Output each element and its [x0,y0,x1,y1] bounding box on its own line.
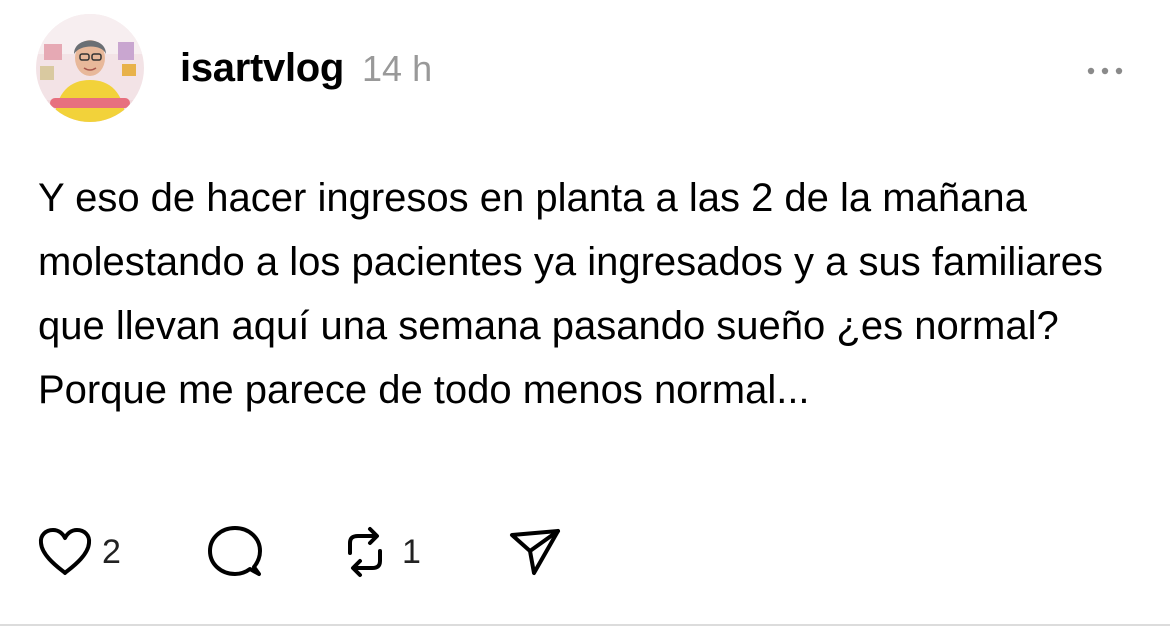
action-bar: 2 1 [36,522,636,582]
reply-button[interactable] [206,522,264,582]
thread-post: isartvlog 14 h Y eso de hacer ingresos e… [0,0,1170,633]
like-count: 2 [102,532,121,571]
avatar-image [36,14,144,122]
repost-icon [348,527,382,577]
heart-icon [38,528,92,575]
send-icon [510,529,560,575]
post-header: isartvlog 14 h [180,46,432,98]
timestamp: 14 h [362,48,433,89]
repost-button[interactable]: 1 [336,522,421,582]
more-options-button[interactable] [1080,58,1130,84]
post-divider [0,624,1170,626]
repost-count: 1 [402,532,421,571]
share-button[interactable] [506,522,564,582]
comment-icon [208,526,262,576]
ellipsis-icon [1087,67,1123,75]
username[interactable]: isartvlog [180,46,344,91]
post-text: Y eso de hacer ingresos en planta a las … [38,176,1103,412]
avatar[interactable] [36,14,144,122]
like-button[interactable]: 2 [36,522,121,582]
